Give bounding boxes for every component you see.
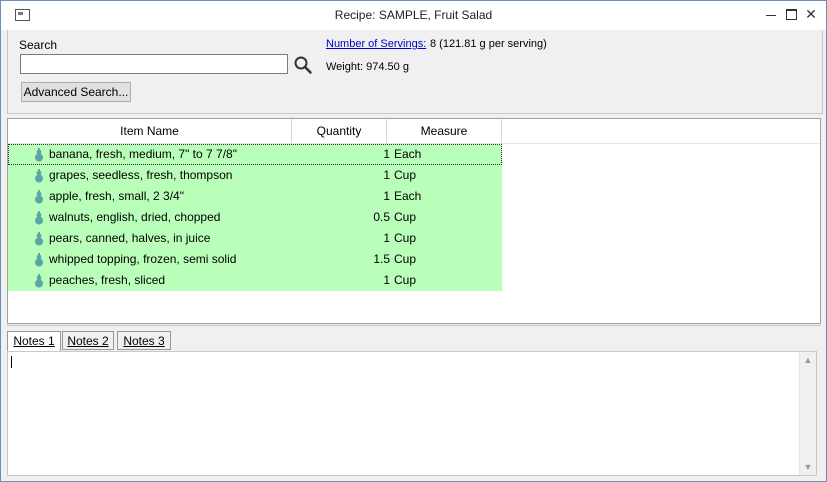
row-item-name: walnuts, english, dried, chopped	[49, 210, 221, 224]
row-item-name: grapes, seedless, fresh, thompson	[49, 168, 233, 182]
row-item-name: whipped topping, frozen, semi solid	[49, 252, 237, 266]
weight-label: Weight: 974.50 g	[326, 61, 409, 73]
food-item-icon	[35, 211, 43, 225]
tab-notes-1[interactable]: Notes 1	[7, 331, 61, 352]
food-item-icon	[35, 253, 43, 267]
row-measure: Cup	[394, 210, 417, 224]
panel-splitter[interactable]	[7, 325, 821, 329]
column-header-item-name[interactable]: Item Name	[8, 119, 292, 143]
close-button[interactable]: ✕	[801, 4, 821, 24]
row-quantity: 1	[383, 273, 390, 287]
row-quantity: 1	[383, 168, 390, 182]
servings-value: 8 (121.81 g per serving)	[430, 38, 547, 50]
scroll-up-icon[interactable]: ▲	[802, 354, 814, 366]
row-item-name: pears, canned, halves, in juice	[49, 231, 211, 245]
minimize-button[interactable]	[761, 4, 781, 24]
column-header-measure[interactable]: Measure	[387, 119, 502, 143]
food-item-icon	[35, 232, 43, 246]
row-measure: Cup	[394, 252, 417, 266]
table-row[interactable]: pears, canned, halves, in juice 1 Cup	[8, 228, 502, 249]
row-measure: Cup	[394, 273, 417, 287]
search-input[interactable]	[20, 54, 288, 74]
notes-scrollbar[interactable]: ▲ ▼	[799, 352, 816, 475]
ingredients-table: Item Name Quantity Measure banana, fresh…	[7, 118, 821, 324]
table-row[interactable]: walnuts, english, dried, chopped 0.5 Cup	[8, 207, 502, 228]
row-quantity: 1.5	[373, 252, 390, 266]
search-panel: Search Advanced Search... Number of Serv…	[7, 30, 823, 114]
row-item-name: banana, fresh, medium, 7" to 7 7/8"	[49, 147, 237, 161]
column-header-quantity[interactable]: Quantity	[292, 119, 387, 143]
table-header: Item Name Quantity Measure	[8, 119, 820, 144]
row-measure: Cup	[394, 231, 417, 245]
table-row[interactable]: grapes, seedless, fresh, thompson 1 Cup	[8, 165, 502, 186]
row-measure: Cup	[394, 168, 417, 182]
scroll-down-icon[interactable]: ▼	[802, 461, 814, 473]
advanced-search-button[interactable]: Advanced Search...	[21, 82, 131, 102]
food-item-icon	[35, 148, 43, 162]
tab-notes-2[interactable]: Notes 2	[62, 331, 114, 350]
title-bar[interactable]: Recipe: SAMPLE, Fruit Salad ✕	[1, 1, 826, 30]
search-label: Search	[19, 38, 58, 52]
food-item-icon	[35, 190, 43, 204]
table-row[interactable]: peaches, fresh, sliced 1 Cup	[8, 270, 502, 291]
row-quantity: 1	[383, 231, 390, 245]
window-title: Recipe: SAMPLE, Fruit Salad	[334, 8, 493, 22]
row-quantity: 1	[383, 147, 390, 161]
row-measure: Each	[394, 189, 422, 203]
tab-notes-3[interactable]: Notes 3	[117, 331, 171, 350]
number-of-servings-link[interactable]: Number of Servings:	[326, 38, 426, 50]
text-caret	[11, 356, 12, 368]
row-quantity: 1	[383, 189, 390, 203]
magnifier-icon[interactable]	[293, 55, 313, 75]
row-item-name: peaches, fresh, sliced	[49, 273, 166, 287]
row-item-name: apple, fresh, small, 2 3/4"	[49, 189, 184, 203]
table-row[interactable]: banana, fresh, medium, 7" to 7 7/8" 1 Ea…	[8, 144, 502, 165]
row-quantity: 0.5	[373, 210, 390, 224]
food-item-icon	[35, 169, 43, 183]
recipe-window: Recipe: SAMPLE, Fruit Salad ✕ Search Adv…	[0, 0, 827, 482]
maximize-button[interactable]	[781, 4, 801, 24]
table-row[interactable]: whipped topping, frozen, semi solid 1.5 …	[8, 249, 502, 270]
row-measure: Each	[394, 147, 422, 161]
notes-textarea[interactable]: ▲ ▼	[7, 351, 817, 476]
food-item-icon	[35, 274, 43, 288]
table-row[interactable]: apple, fresh, small, 2 3/4" 1 Each	[8, 186, 502, 207]
